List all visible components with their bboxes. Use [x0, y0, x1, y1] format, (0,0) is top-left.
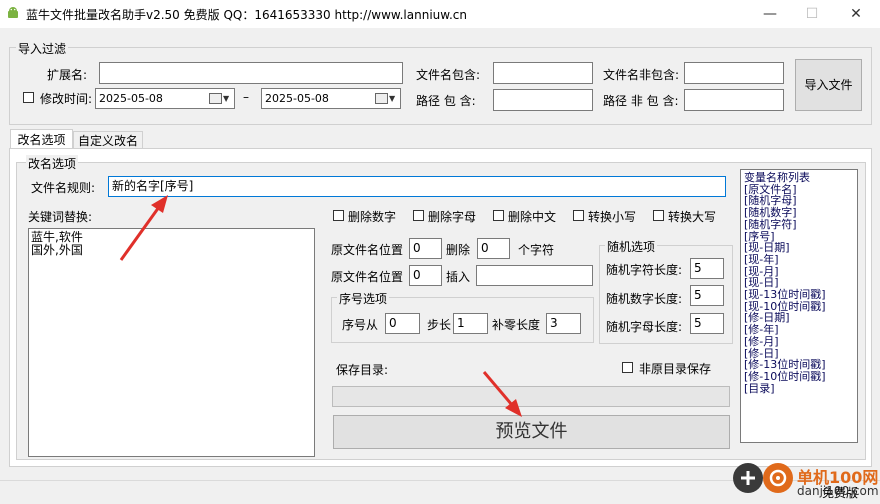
annotation-arrows — [119, 195, 522, 417]
annotation-arrow-rule — [119, 195, 168, 261]
annotation-arrow-preview — [482, 371, 522, 417]
watermark-url: danji100.com — [797, 484, 879, 498]
plus-watermark-icon — [733, 463, 763, 493]
game-watermark-icon — [763, 463, 793, 493]
